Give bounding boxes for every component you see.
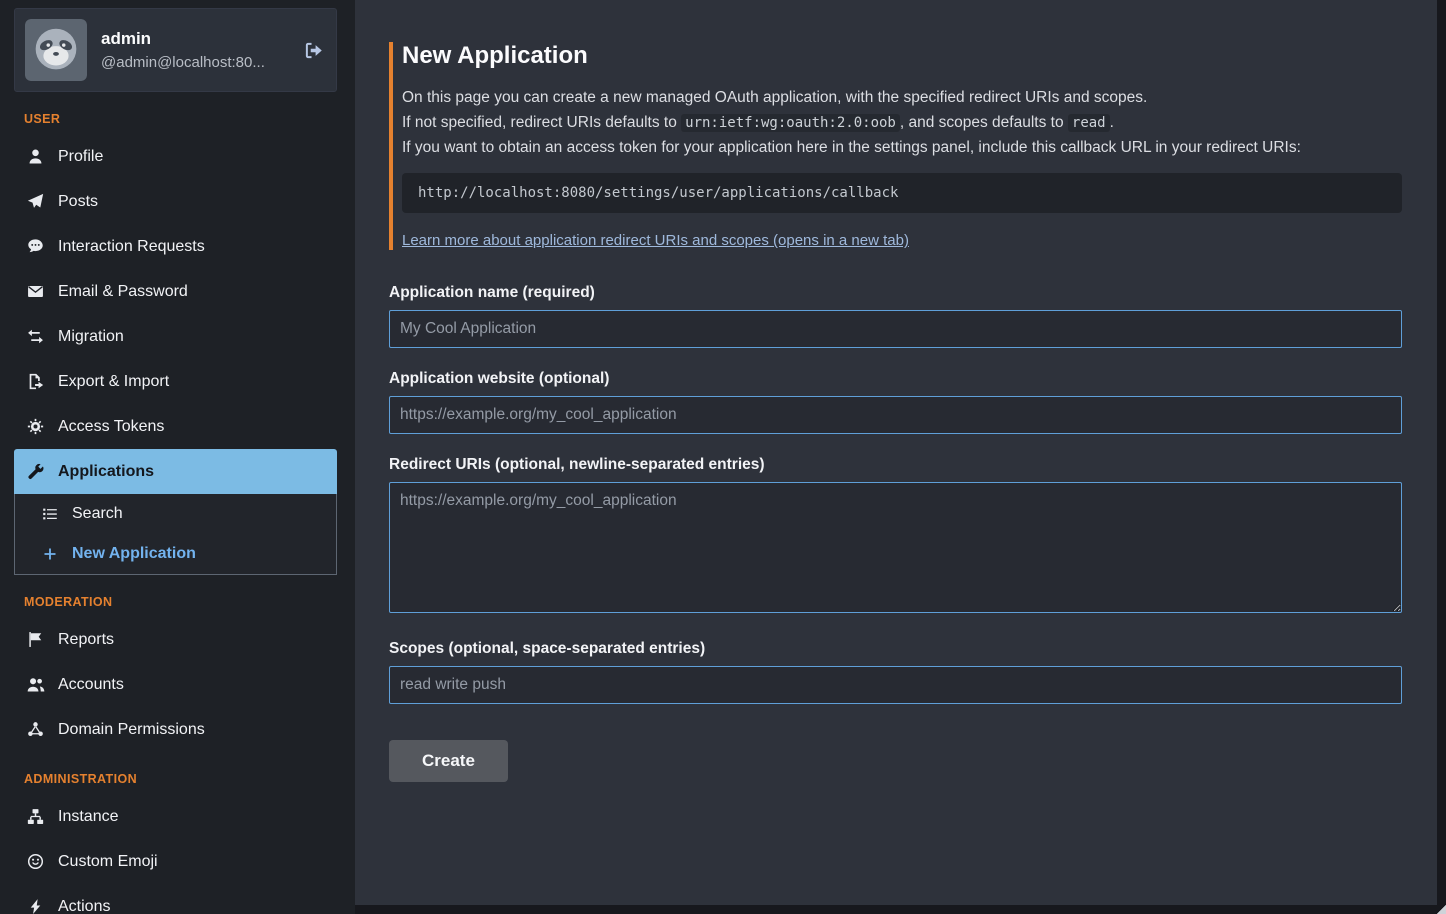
intro-line2-mid: , and scopes defaults to (900, 114, 1068, 131)
sidebar-item-actions[interactable]: Actions (14, 884, 337, 914)
sidebar-item-label: Reports (58, 631, 114, 649)
intro-text: On this page you can create a new manage… (402, 85, 1402, 160)
application-name-label: Application name (required) (389, 284, 1402, 302)
user-card[interactable]: admin @admin@localhost:80... (14, 8, 337, 92)
sidebar-item-custom-emoji[interactable]: Custom Emoji (14, 839, 337, 884)
intro-line1: On this page you can create a new manage… (402, 85, 1402, 110)
intro-line2-pre: If not specified, redirect URIs defaults… (402, 114, 681, 131)
sidebar-item-applications[interactable]: Applications (14, 449, 337, 494)
redirect-uris-textarea[interactable] (389, 482, 1402, 613)
user-icon (26, 148, 45, 165)
new-application-form: Application name (required) Application … (389, 284, 1402, 782)
sidebar-item-domain-permissions[interactable]: Domain Permissions (14, 707, 337, 752)
sidebar-item-interaction-requests[interactable]: Interaction Requests (14, 224, 337, 269)
sidebar-item-label: Migration (58, 328, 124, 346)
application-website-group: Application website (optional) (389, 370, 1402, 434)
page-title: New Application (402, 42, 1402, 70)
sidebar-item-label: Actions (58, 898, 110, 914)
users-icon (26, 676, 45, 694)
app-layout: admin @admin@localhost:80... USER Profil… (0, 0, 1446, 914)
section-heading-administration: ADMINISTRATION (24, 772, 337, 786)
inline-code-oob: urn:ietf:wg:oauth:2.0:oob (681, 114, 900, 132)
intro-line2: If not specified, redirect URIs defaults… (402, 110, 1402, 135)
sidebar-item-label: Accounts (58, 676, 124, 694)
sidebar-item-migration[interactable]: Migration (14, 314, 337, 359)
sidebar-item-label: Custom Emoji (58, 853, 158, 871)
sidebar-item-label: Instance (58, 808, 118, 826)
application-website-input[interactable] (389, 396, 1402, 434)
sitemap-icon (26, 808, 45, 825)
page-header: New Application On this page you can cre… (389, 42, 1402, 250)
sidebar-item-label: New Application (72, 545, 196, 563)
comments-icon (26, 238, 45, 255)
callback-url-code-block: http://localhost:8080/settings/user/appl… (402, 173, 1402, 213)
sidebar-item-label: Access Tokens (58, 418, 164, 436)
intro-line2-post: . (1110, 114, 1114, 131)
redirect-uris-group: Redirect URIs (optional, newline-separat… (389, 456, 1402, 618)
user-name: admin (101, 29, 265, 49)
sidebar-item-label: Export & Import (58, 373, 169, 391)
exchange-arrows-icon (26, 328, 45, 345)
avatar (25, 19, 87, 81)
section-heading-user: USER (24, 112, 337, 126)
gear-icon (26, 418, 45, 435)
application-name-group: Application name (required) (389, 284, 1402, 348)
smile-icon (26, 853, 45, 870)
section-heading-moderation: MODERATION (24, 595, 337, 609)
scopes-input[interactable] (389, 666, 1402, 704)
user-meta: admin @admin@localhost:80... (101, 29, 265, 71)
sidebar-item-accounts[interactable]: Accounts (14, 662, 337, 707)
sidebar-item-reports[interactable]: Reports (14, 617, 337, 662)
circle-nodes-icon (26, 721, 45, 738)
sidebar-item-posts[interactable]: Posts (14, 179, 337, 224)
sidebar-item-instance[interactable]: Instance (14, 794, 337, 839)
sidebar-item-label: Applications (58, 463, 154, 481)
flag-icon (26, 631, 45, 648)
list-icon (40, 506, 59, 522)
main-panel: New Application On this page you can cre… (355, 0, 1437, 905)
sidebar-item-label: Search (72, 505, 123, 523)
sidebar-item-label: Domain Permissions (58, 721, 205, 739)
file-export-icon (26, 373, 45, 390)
sidebar-item-label: Profile (58, 148, 103, 166)
envelope-icon (26, 283, 45, 300)
sidebar-item-label: Email & Password (58, 283, 188, 301)
plus-icon (40, 546, 59, 562)
sidebar: admin @admin@localhost:80... USER Profil… (0, 0, 355, 914)
user-handle: @admin@localhost:80... (101, 54, 265, 71)
sidebar-item-access-tokens[interactable]: Access Tokens (14, 404, 337, 449)
create-button[interactable]: Create (389, 740, 508, 782)
scopes-group: Scopes (optional, space-separated entrie… (389, 640, 1402, 704)
sidebar-nav: USER Profile Posts (14, 112, 337, 914)
application-website-label: Application website (optional) (389, 370, 1402, 388)
inline-code-read: read (1068, 114, 1110, 132)
sidebar-item-label: Interaction Requests (58, 238, 205, 256)
intro-line3: If you want to obtain an access token fo… (402, 135, 1402, 160)
applications-submenu: Search New Application (14, 494, 337, 575)
paper-plane-icon (26, 193, 45, 210)
logout-icon[interactable] (303, 40, 326, 61)
scrollbar-corner (1436, 904, 1446, 914)
sidebar-item-search[interactable]: Search (15, 494, 336, 534)
sidebar-item-profile[interactable]: Profile (14, 134, 337, 179)
bolt-icon (26, 898, 45, 914)
sidebar-item-email-password[interactable]: Email & Password (14, 269, 337, 314)
redirect-uris-label: Redirect URIs (optional, newline-separat… (389, 456, 1402, 474)
learn-more-link[interactable]: Learn more about application redirect UR… (402, 232, 909, 249)
wrench-icon (26, 463, 45, 480)
sidebar-item-label: Posts (58, 193, 98, 211)
scopes-label: Scopes (optional, space-separated entrie… (389, 640, 1402, 658)
sidebar-item-new-application[interactable]: New Application (15, 534, 336, 574)
application-name-input[interactable] (389, 310, 1402, 348)
sidebar-item-export-import[interactable]: Export & Import (14, 359, 337, 404)
